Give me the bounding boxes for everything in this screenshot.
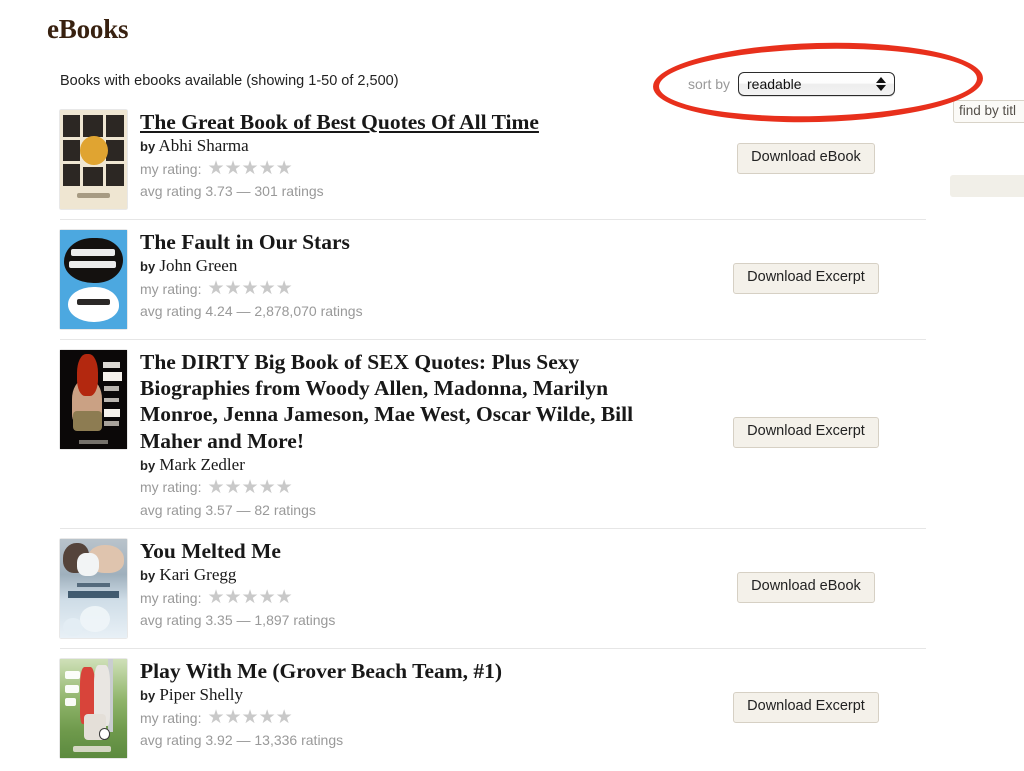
download-button[interactable]: Download Excerpt: [733, 691, 879, 723]
average-rating-text: avg rating 3.92 — 13,336 ratings: [140, 732, 344, 749]
book-row: Play With Me (Grover Beach Team, #1) by …: [60, 649, 926, 768]
star-rating-widget[interactable]: ★★★★★: [207, 279, 292, 298]
book-cover-cell: [60, 348, 140, 449]
book-author-name[interactable]: Mark Zedler: [159, 455, 244, 474]
sort-by-select[interactable]: readable: [738, 72, 896, 96]
book-author: by Piper Shelly: [140, 685, 686, 705]
my-rating-label: my rating:: [140, 160, 202, 177]
cover-you-melted-me[interactable]: [60, 538, 127, 638]
book-info: Play With Me (Grover Beach Team, #1) by …: [140, 657, 686, 748]
book-info: The Fault in Our Stars by John Green my …: [140, 228, 686, 319]
my-rating-row: my rating: ★★★★★: [140, 159, 686, 178]
book-title-link[interactable]: You Melted Me: [140, 538, 686, 564]
book-row: You Melted Me by Kari Gregg my rating: ★…: [60, 529, 926, 649]
book-cover-cell: [60, 228, 140, 329]
book-info: The Great Book of Best Quotes Of All Tim…: [140, 108, 686, 199]
book-title-link[interactable]: Play With Me (Grover Beach Team, #1): [140, 658, 686, 684]
my-rating-row: my rating: ★★★★★: [140, 478, 686, 497]
by-label: by: [140, 259, 156, 275]
book-action-cell: Download eBook: [686, 143, 926, 174]
average-rating-text: avg rating 4.24 — 2,878,070 ratings: [140, 303, 363, 320]
stepper-arrows-icon: [876, 77, 887, 91]
book-info: The DIRTY Big Book of SEX Quotes: Plus S…: [140, 348, 686, 518]
star-rating-widget[interactable]: ★★★★★: [207, 159, 292, 178]
book-author: by Mark Zedler: [140, 455, 686, 475]
by-label: by: [140, 457, 156, 473]
book-author: by John Green: [140, 256, 686, 276]
book-title-link[interactable]: The DIRTY Big Book of SEX Quotes: Plus S…: [140, 349, 686, 454]
ebook-results-list: The Great Book of Best Quotes Of All Tim…: [0, 100, 1024, 768]
star-rating-widget[interactable]: ★★★★★: [207, 478, 292, 497]
book-title-link[interactable]: The Great Book of Best Quotes Of All Tim…: [140, 109, 686, 135]
book-author-name[interactable]: Piper Shelly: [159, 685, 243, 704]
download-button[interactable]: Download Excerpt: [733, 417, 879, 449]
download-button[interactable]: Download eBook: [737, 571, 875, 603]
cover-great-book-of-best-quotes[interactable]: [60, 110, 127, 209]
book-action-cell: Download Excerpt: [686, 417, 926, 449]
download-button[interactable]: Download eBook: [737, 143, 875, 174]
book-author: by Kari Gregg: [140, 565, 686, 585]
my-rating-row: my rating: ★★★★★: [140, 588, 686, 607]
by-label: by: [140, 688, 156, 704]
my-rating-label: my rating:: [140, 479, 202, 496]
book-title-link[interactable]: The Fault in Our Stars: [140, 229, 686, 255]
my-rating-row: my rating: ★★★★★: [140, 708, 686, 727]
results-summary: Books with ebooks available (showing 1-5…: [60, 73, 399, 89]
sort-by-label: sort by: [688, 76, 731, 92]
book-action-cell: Download eBook: [686, 571, 926, 603]
my-rating-row: my rating: ★★★★★: [140, 279, 686, 298]
book-author: by Abhi Sharma: [140, 136, 686, 156]
average-rating-text: avg rating 3.73 — 301 ratings: [140, 183, 324, 200]
by-label: by: [140, 139, 156, 155]
book-cover-cell: [60, 657, 140, 758]
book-cover-cell: [60, 537, 140, 638]
star-rating-widget[interactable]: ★★★★★: [207, 588, 292, 607]
page-title: eBooks: [47, 14, 129, 44]
book-author-name[interactable]: Kari Gregg: [159, 565, 236, 584]
average-rating-text: avg rating 3.35 — 1,897 ratings: [140, 612, 336, 629]
cover-the-fault-in-our-stars[interactable]: [60, 230, 127, 329]
my-rating-label: my rating:: [140, 280, 202, 297]
book-info: You Melted Me by Kari Gregg my rating: ★…: [140, 537, 686, 628]
sort-control-group: sort by readable: [688, 72, 896, 96]
book-author-name[interactable]: Abhi Sharma: [158, 136, 248, 155]
book-row: The DIRTY Big Book of SEX Quotes: Plus S…: [60, 340, 926, 529]
average-rating-text: avg rating 3.57 — 82 ratings: [140, 501, 316, 518]
sort-by-selected-value: readable: [747, 76, 802, 92]
cover-dirty-big-book-of-sex-quotes[interactable]: [60, 350, 127, 449]
book-action-cell: Download Excerpt: [686, 691, 926, 723]
download-button[interactable]: Download Excerpt: [733, 263, 879, 294]
book-author-name[interactable]: John Green: [159, 256, 237, 275]
my-rating-label: my rating:: [140, 589, 202, 606]
by-label: by: [140, 568, 156, 584]
cover-play-with-me[interactable]: [60, 658, 127, 758]
star-rating-widget[interactable]: ★★★★★: [207, 708, 292, 727]
book-cover-cell: [60, 108, 140, 209]
book-row: The Great Book of Best Quotes Of All Tim…: [60, 100, 926, 220]
my-rating-label: my rating:: [140, 709, 202, 726]
book-action-cell: Download Excerpt: [686, 263, 926, 294]
book-row: The Fault in Our Stars by John Green my …: [60, 220, 926, 340]
